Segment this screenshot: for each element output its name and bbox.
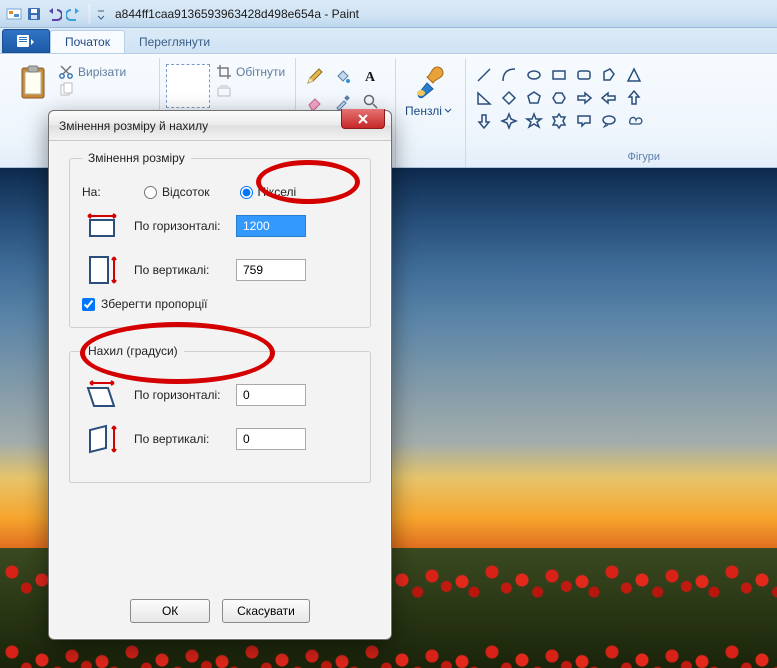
crop-button[interactable]: Обітнути xyxy=(216,64,285,80)
shape-roundrect-icon[interactable] xyxy=(572,64,596,86)
shapes-group-label: Фігури xyxy=(466,151,666,163)
shape-arrow-left-icon[interactable] xyxy=(597,87,621,109)
skew-h-label: По горизонталі: xyxy=(134,388,224,402)
shape-callout-cloud-icon[interactable] xyxy=(622,110,646,132)
shapes-gallery[interactable] xyxy=(472,60,656,132)
crop-icon xyxy=(216,64,232,80)
file-menu-button[interactable] xyxy=(2,29,50,53)
resize-fieldset: Змінення розміру На: Відсоток Пікселі По… xyxy=(69,151,371,328)
shape-pentagon-icon[interactable] xyxy=(522,87,546,109)
skew-vertical-icon xyxy=(82,422,122,456)
skew-horizontal-icon xyxy=(82,378,122,412)
qat-undo-icon[interactable] xyxy=(46,6,62,22)
scissors-icon xyxy=(58,64,74,80)
shape-polygon-icon[interactable] xyxy=(597,64,621,86)
tab-home[interactable]: Початок xyxy=(50,30,125,53)
skew-legend: Нахил (градуси) xyxy=(82,344,184,358)
select-button[interactable] xyxy=(166,60,210,110)
resize-skew-dialog: Змінення розміру й нахилу Змінення розмі… xyxy=(48,110,392,640)
shape-callout-oval-icon[interactable] xyxy=(597,110,621,132)
pencil-tool[interactable] xyxy=(302,64,328,88)
shape-triangle-icon[interactable] xyxy=(622,64,646,86)
qat-customize-icon[interactable] xyxy=(97,6,105,22)
keep-aspect-checkbox[interactable] xyxy=(82,298,95,311)
brushes-label: Пензлі xyxy=(405,104,442,118)
qat-redo-icon[interactable] xyxy=(66,6,82,22)
resize-legend: Змінення розміру xyxy=(82,151,191,165)
text-tool[interactable]: A xyxy=(358,64,384,88)
dialog-title: Змінення розміру й нахилу xyxy=(59,119,208,133)
brushes-button[interactable]: Пензлі xyxy=(402,60,455,118)
window-title: a844ff1caa9136593963428d498e654a - Paint xyxy=(115,7,359,21)
brush-icon xyxy=(409,63,449,103)
shape-curve-icon[interactable] xyxy=(497,64,521,86)
svg-text:A: A xyxy=(365,70,376,85)
horizontal-input[interactable] xyxy=(236,215,306,237)
crop-label: Обітнути xyxy=(236,65,285,79)
qat-save-icon[interactable] xyxy=(26,6,42,22)
group-shapes: Фігури xyxy=(466,58,666,167)
skew-v-label: По вертикалі: xyxy=(134,432,224,446)
resize-label xyxy=(236,83,239,97)
radio-pixels[interactable]: Пікселі xyxy=(240,185,297,199)
qat-separator xyxy=(88,4,91,24)
horizontal-label: По горизонталі: xyxy=(134,219,224,233)
group-brushes: Пензлі xyxy=(396,58,466,167)
shape-arrow-right-icon[interactable] xyxy=(572,87,596,109)
dialog-close-button[interactable] xyxy=(341,109,385,129)
copy-label xyxy=(78,83,81,97)
cut-button[interactable]: Вирізати xyxy=(58,64,126,80)
copy-icon xyxy=(58,82,74,98)
chevron-down-icon xyxy=(444,108,452,114)
resize-horizontal-icon xyxy=(82,209,122,243)
cancel-button[interactable]: Скасувати xyxy=(222,599,310,623)
shape-arrow-down-icon[interactable] xyxy=(472,110,496,132)
skew-fieldset: Нахил (градуси) По горизонталі: По верти… xyxy=(69,344,371,483)
radio-percent[interactable]: Відсоток xyxy=(144,185,210,199)
shape-oval-icon[interactable] xyxy=(522,64,546,86)
resize-button xyxy=(216,82,285,98)
pencil-icon xyxy=(306,67,324,85)
keep-aspect-row[interactable]: Зберегти пропорції xyxy=(82,297,358,311)
skew-h-input[interactable] xyxy=(236,384,306,406)
radio-percent-input[interactable] xyxy=(144,186,157,199)
text-icon: A xyxy=(362,67,380,85)
resize-icon xyxy=(216,82,232,98)
shape-6star-icon[interactable] xyxy=(547,110,571,132)
ribbon-tabs: Початок Переглянути xyxy=(0,28,777,54)
bucket-icon xyxy=(334,67,352,85)
shape-right-triangle-icon[interactable] xyxy=(472,87,496,109)
eraser-icon xyxy=(306,93,324,111)
close-icon xyxy=(357,114,369,124)
keep-aspect-label: Зберегти пропорції xyxy=(101,297,207,311)
shape-hexagon-icon[interactable] xyxy=(547,87,571,109)
clipboard-icon xyxy=(18,64,48,100)
vertical-input[interactable] xyxy=(236,259,306,281)
skew-v-input[interactable] xyxy=(236,428,306,450)
shape-4star-icon[interactable] xyxy=(497,110,521,132)
cut-label: Вирізати xyxy=(78,65,126,79)
shape-line-icon[interactable] xyxy=(472,64,496,86)
radio-pixels-input[interactable] xyxy=(240,186,253,199)
app-icon xyxy=(6,6,22,22)
title-bar: a844ff1caa9136593963428d498e654a - Paint xyxy=(0,0,777,28)
copy-button xyxy=(58,82,126,98)
radio-pixels-label: Пікселі xyxy=(258,185,297,199)
shape-5star-icon[interactable] xyxy=(522,110,546,132)
tab-view[interactable]: Переглянути xyxy=(125,31,224,53)
shape-diamond-icon[interactable] xyxy=(497,87,521,109)
resize-vertical-icon xyxy=(82,253,122,287)
shape-rect-icon[interactable] xyxy=(547,64,571,86)
dialog-titlebar[interactable]: Змінення розміру й нахилу xyxy=(49,111,391,141)
ok-button[interactable]: ОК xyxy=(130,599,210,623)
radio-percent-label: Відсоток xyxy=(162,185,210,199)
shape-arrow-up-icon[interactable] xyxy=(622,87,646,109)
by-label: На: xyxy=(82,185,132,199)
vertical-label: По вертикалі: xyxy=(134,263,224,277)
shape-callout-rect-icon[interactable] xyxy=(572,110,596,132)
fill-tool[interactable] xyxy=(330,64,356,88)
select-rect-icon xyxy=(166,64,210,108)
